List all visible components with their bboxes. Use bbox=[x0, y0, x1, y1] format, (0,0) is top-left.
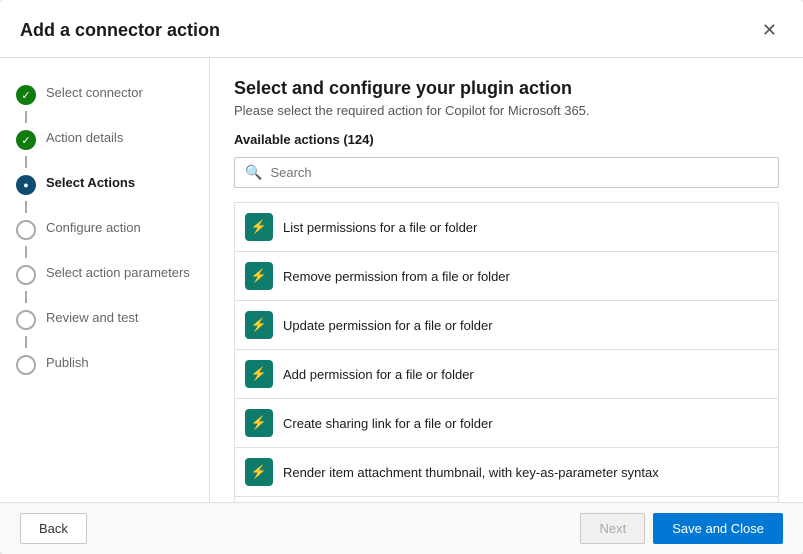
step-indicator-select-action-parameters bbox=[16, 265, 36, 285]
action-icon: ⚡ bbox=[245, 262, 273, 290]
search-icon: 🔍 bbox=[245, 164, 262, 181]
step-indicator-publish bbox=[16, 355, 36, 375]
step-label-publish: Publish bbox=[46, 354, 89, 372]
action-list: ⚡ List permissions for a file or folder … bbox=[234, 202, 779, 502]
step-label-select-action-parameters: Select action parameters bbox=[46, 264, 190, 282]
dialog-footer: Back Next Save and Close bbox=[0, 502, 803, 554]
action-label: List permissions for a file or folder bbox=[283, 220, 477, 235]
action-label: Remove permission from a file or folder bbox=[283, 269, 510, 284]
step-indicator-review-and-test bbox=[16, 310, 36, 330]
step-indicator-action-details bbox=[16, 130, 36, 150]
sidebar-item-configure-action[interactable]: Configure action bbox=[0, 213, 209, 246]
sidebar-item-review-and-test[interactable]: Review and test bbox=[0, 303, 209, 336]
sidebar-item-select-actions[interactable]: Select Actions bbox=[0, 168, 209, 201]
action-label: Render item attachment thumbnail, with k… bbox=[283, 465, 659, 480]
step-label-select-connector: Select connector bbox=[46, 84, 143, 102]
sidebar-item-select-action-parameters[interactable]: Select action parameters bbox=[0, 258, 209, 291]
close-button[interactable]: ✕ bbox=[756, 16, 783, 45]
step-line-6 bbox=[25, 336, 27, 348]
main-content: Select and configure your plugin action … bbox=[210, 58, 803, 502]
available-actions-label: Available actions (124) bbox=[234, 132, 779, 147]
list-item[interactable]: ⚡ Render item attachment thumbnail, with… bbox=[234, 447, 779, 496]
list-item[interactable]: ⚡ Update permission for a file or folder bbox=[234, 300, 779, 349]
dialog-header: Add a connector action ✕ bbox=[0, 0, 803, 58]
action-label: Update permission for a file or folder bbox=[283, 318, 493, 333]
step-indicator-select-connector bbox=[16, 85, 36, 105]
main-inner: Select and configure your plugin action … bbox=[210, 58, 803, 502]
main-subtitle: Please select the required action for Co… bbox=[234, 103, 779, 118]
step-indicator-configure-action bbox=[16, 220, 36, 240]
sidebar-item-action-details[interactable]: Action details bbox=[0, 123, 209, 156]
active-dot-icon bbox=[23, 179, 28, 191]
step-line-5 bbox=[25, 291, 27, 303]
action-label: Add permission for a file or folder bbox=[283, 367, 474, 382]
sidebar: Select connector Action details Select A… bbox=[0, 58, 210, 502]
action-icon: ⚡ bbox=[245, 311, 273, 339]
step-line-2 bbox=[25, 156, 27, 168]
step-label-select-actions: Select Actions bbox=[46, 174, 135, 192]
search-box[interactable]: 🔍 bbox=[234, 157, 779, 188]
sidebar-item-select-connector[interactable]: Select connector bbox=[0, 78, 209, 111]
add-connector-action-dialog: Add a connector action ✕ Select connecto… bbox=[0, 0, 803, 554]
step-line-4 bbox=[25, 246, 27, 258]
next-button[interactable]: Next bbox=[580, 513, 645, 544]
step-line-3 bbox=[25, 201, 27, 213]
list-item[interactable]: ⚡ List permissions for a file or folder bbox=[234, 202, 779, 251]
footer-right-buttons: Next Save and Close bbox=[580, 513, 783, 544]
check-icon bbox=[21, 89, 30, 102]
save-close-button[interactable]: Save and Close bbox=[653, 513, 783, 544]
sidebar-item-publish[interactable]: Publish bbox=[0, 348, 209, 381]
step-label-configure-action: Configure action bbox=[46, 219, 141, 237]
main-title: Select and configure your plugin action bbox=[234, 78, 779, 99]
list-item[interactable]: ⚡ Remove permission from a file or folde… bbox=[234, 251, 779, 300]
step-label-action-details: Action details bbox=[46, 129, 123, 147]
action-icon: ⚡ bbox=[245, 409, 273, 437]
dialog-body: Select connector Action details Select A… bbox=[0, 58, 803, 502]
check-icon-2 bbox=[21, 134, 30, 147]
step-line-1 bbox=[25, 111, 27, 123]
step-indicator-select-actions bbox=[16, 175, 36, 195]
step-label-review-and-test: Review and test bbox=[46, 309, 139, 327]
action-icon: ⚡ bbox=[245, 213, 273, 241]
action-icon: ⚡ bbox=[245, 458, 273, 486]
back-button[interactable]: Back bbox=[20, 513, 87, 544]
list-item[interactable]: ⚡ Add permission for a file or folder bbox=[234, 349, 779, 398]
dialog-title: Add a connector action bbox=[20, 20, 220, 41]
search-input[interactable] bbox=[270, 165, 768, 180]
action-icon: ⚡ bbox=[245, 360, 273, 388]
list-item[interactable]: ⚡ Create sharing link for a file or fold… bbox=[234, 398, 779, 447]
action-label: Create sharing link for a file or folder bbox=[283, 416, 493, 431]
